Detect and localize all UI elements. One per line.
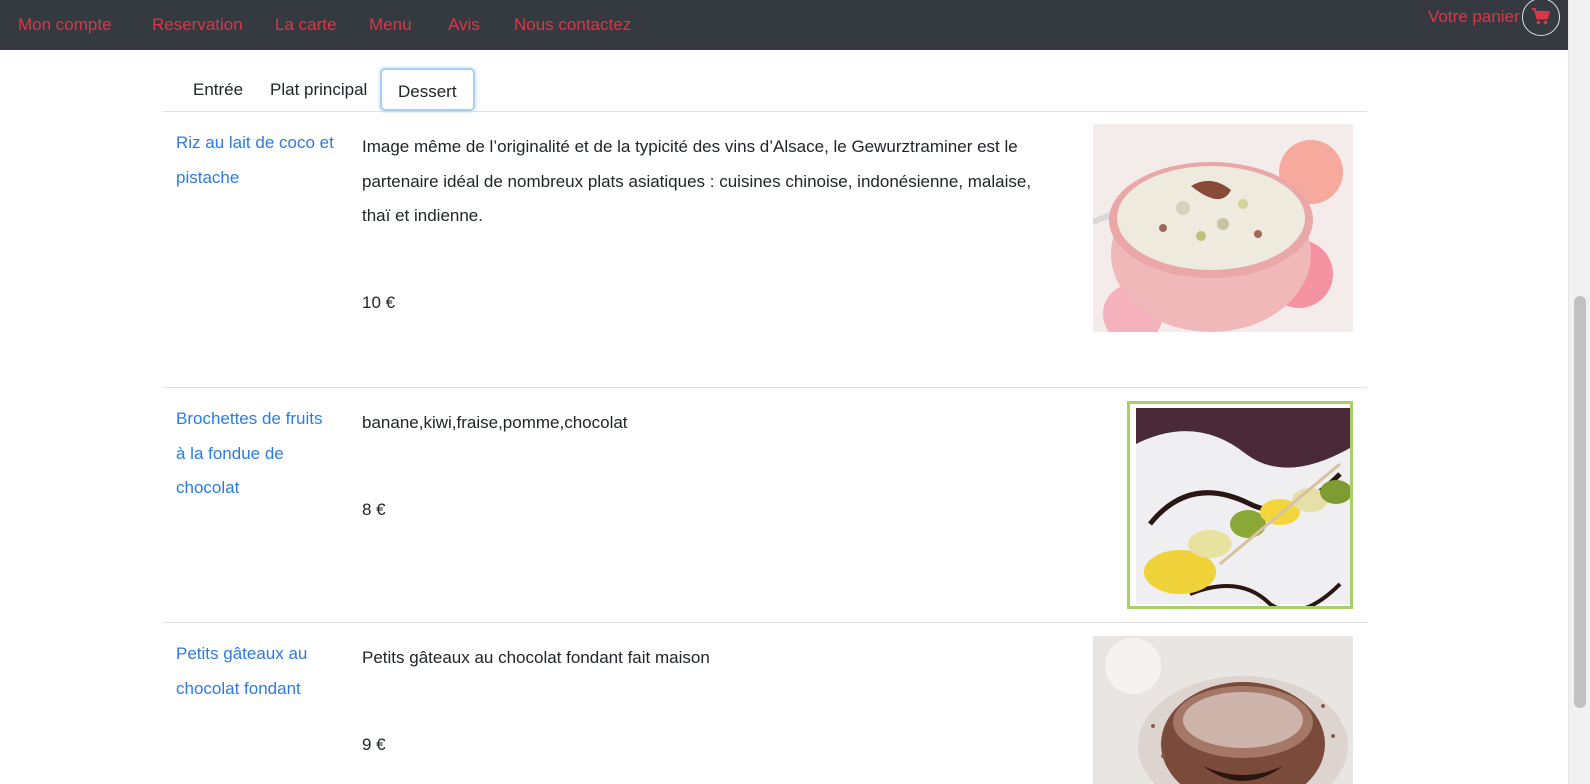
scrollbar-thumb[interactable] bbox=[1574, 296, 1586, 708]
tab-entree[interactable]: Entrée bbox=[177, 68, 259, 111]
nav-link-menu[interactable]: Menu bbox=[369, 14, 412, 36]
dish-price: 10 € bbox=[362, 293, 396, 312]
nav-link-mon-compte[interactable]: Mon compte bbox=[18, 14, 112, 36]
dish-row: Brochettes de fruits à la fondue de choc… bbox=[163, 401, 1367, 621]
nav-link-reservation[interactable]: Reservation bbox=[152, 14, 243, 36]
dish-name[interactable]: Petits gâteaux au chocolat fondant bbox=[176, 637, 336, 706]
dish-row: Petits gâteaux au chocolat fondant Petit… bbox=[163, 636, 1367, 784]
dish-description: banane,kiwi,fraise,pomme,chocolat bbox=[362, 413, 628, 432]
dish-photo-fruit-skewers bbox=[1127, 401, 1353, 609]
dish-name[interactable]: Riz au lait de coco et pistache bbox=[176, 126, 336, 195]
tab-plat-principal[interactable]: Plat principal bbox=[254, 68, 383, 111]
dish-price: 8 € bbox=[362, 500, 386, 519]
top-navbar: Mon compte Reservation La carte Menu Avi… bbox=[0, 0, 1568, 50]
dish-description: Petits gâteaux au chocolat fondant fait … bbox=[362, 648, 710, 667]
dish-price: 9 € bbox=[362, 735, 386, 754]
category-tabs: Entrée Plat principal Dessert bbox=[163, 68, 1367, 112]
cart-label[interactable]: Votre panier bbox=[1428, 6, 1520, 28]
nav-link-la-carte[interactable]: La carte bbox=[275, 14, 336, 36]
tab-dessert[interactable]: Dessert bbox=[380, 68, 475, 111]
page-scrollbar[interactable] bbox=[1568, 0, 1590, 784]
dish-description: Image même de l’originalité et de la typ… bbox=[362, 137, 1032, 225]
shopping-cart-icon bbox=[1532, 8, 1550, 25]
nav-link-avis[interactable]: Avis bbox=[448, 14, 480, 36]
dish-row: Riz au lait de coco et pistache Image mê… bbox=[163, 124, 1367, 386]
row-divider bbox=[163, 622, 1367, 623]
dish-photo-rice-pudding bbox=[1093, 124, 1353, 332]
dish-photo-lava-cake bbox=[1093, 636, 1353, 784]
nav-link-nous-contactez[interactable]: Nous contactez bbox=[514, 14, 631, 36]
row-divider bbox=[163, 387, 1367, 388]
dish-name[interactable]: Brochettes de fruits à la fondue de choc… bbox=[176, 402, 336, 506]
cart-button[interactable] bbox=[1522, 0, 1560, 36]
